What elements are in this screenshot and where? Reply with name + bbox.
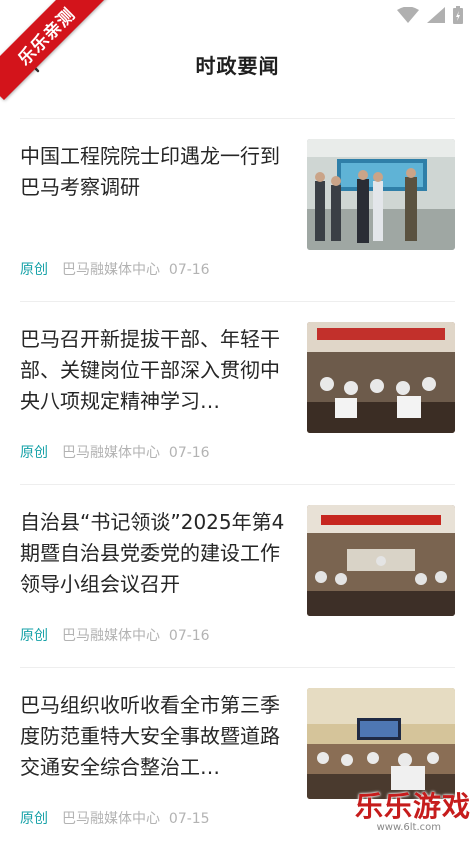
news-thumbnail[interactable] [307,688,455,799]
news-source: 巴马融媒体中心 [62,628,160,644]
news-source: 巴马融媒体中心 [62,445,160,461]
news-date: 07-16 [168,628,210,644]
news-title[interactable]: 中国工程院院士印遇龙一行到巴马考察调研 [20,141,292,203]
news-tag: 原创 [20,628,48,644]
officials-visiting-photo [307,139,455,250]
news-title[interactable]: 巴马召开新提拔干部、年轻干部、关键岗位干部深入贯彻中央八项规定精神学习… [20,324,292,417]
news-title[interactable]: 巴马组织收听收看全市第三季度防范重特大安全事故暨道路交通安全综合整治工… [20,690,292,783]
news-list: 中国工程院院士印遇龙一行到巴马考察调研 原创 巴马融媒体中心 07-16 巴马召… [20,118,455,846]
news-date: 07-16 [168,262,210,278]
meeting-room-photo [307,505,455,616]
news-tag: 原创 [20,811,48,827]
news-meta: 原创 巴马融媒体中心 07-15 [20,808,210,828]
news-item[interactable]: 巴马召开新提拔干部、年轻干部、关键岗位干部深入贯彻中央八项规定精神学习… 原创 … [20,302,455,485]
news-meta: 原创 巴马融媒体中心 07-16 [20,259,210,279]
page-title: 时政要闻 [195,54,280,78]
wifi-icon [397,7,419,23]
news-thumbnail[interactable] [307,322,455,433]
watermark-text: 乐乐游戏 [355,790,472,823]
news-meta: 原创 巴马融媒体中心 07-16 [20,442,210,462]
news-date: 07-16 [168,445,210,461]
news-item[interactable]: 自治县“书记领谈”2025年第4期暨自治县党委党的建设工作领导小组会议召开 原创… [20,485,455,668]
battery-icon [453,6,463,24]
news-tag: 原创 [20,445,48,461]
news-thumbnail[interactable] [307,139,455,250]
news-thumbnail[interactable] [307,505,455,616]
signal-icon [427,7,445,23]
news-source: 巴马融媒体中心 [62,811,160,827]
news-title[interactable]: 自治县“书记领谈”2025年第4期暨自治县党委党的建设工作领导小组会议召开 [20,507,292,600]
news-date: 07-15 [168,811,210,827]
news-source: 巴马融媒体中心 [62,262,160,278]
news-item[interactable]: 中国工程院院士印遇龙一行到巴马考察调研 原创 巴马融媒体中心 07-16 [20,119,455,302]
watermark-url: www.6lt.com [376,822,441,833]
news-meta: 原创 巴马融媒体中心 07-16 [20,625,210,645]
news-tag: 原创 [20,262,48,278]
watermark: 乐乐游戏 www.6lt.com [355,792,471,838]
video-conference-photo [307,688,455,799]
conference-hall-photo [307,322,455,433]
status-icons [397,6,463,24]
